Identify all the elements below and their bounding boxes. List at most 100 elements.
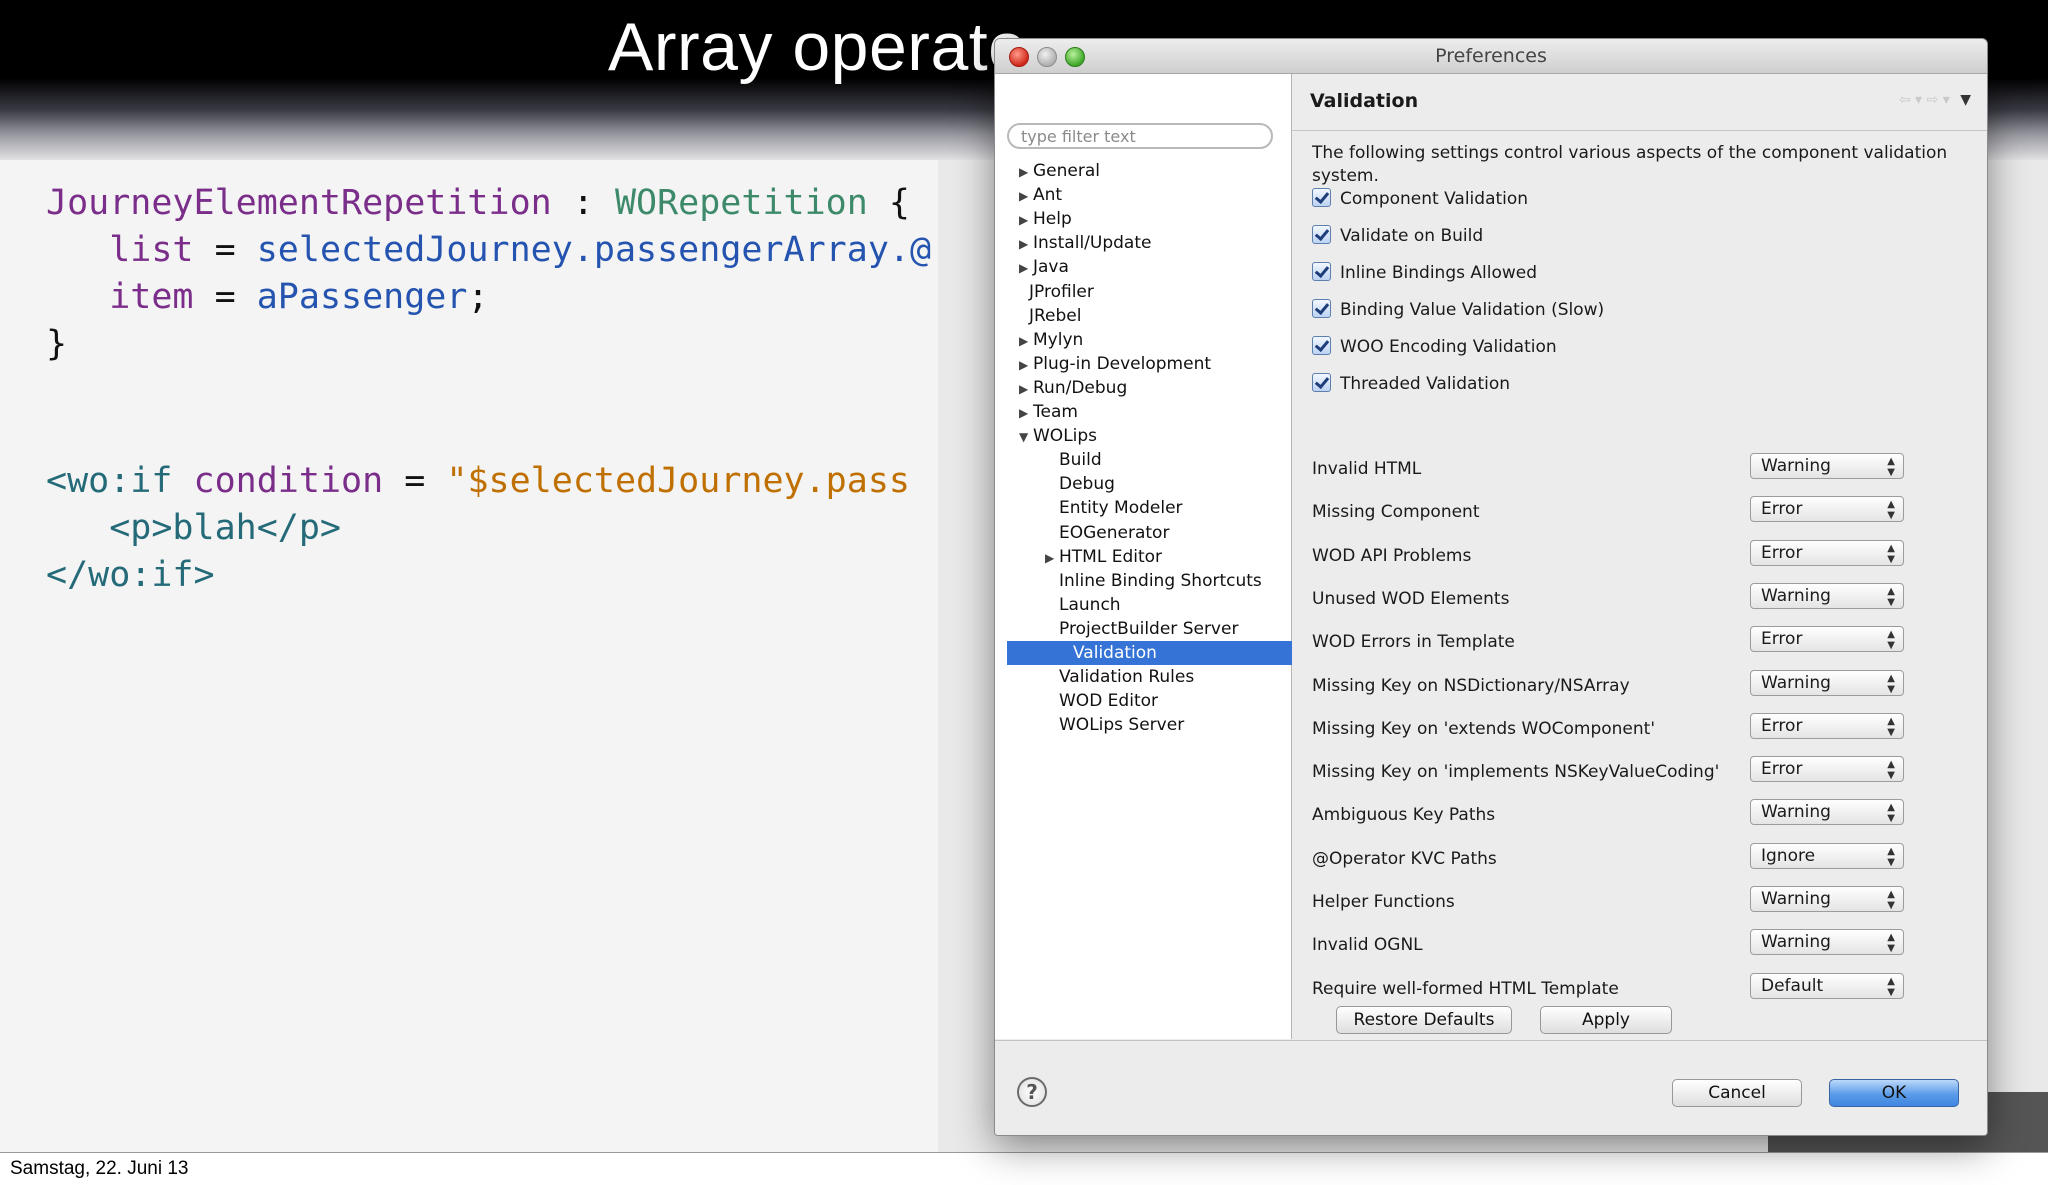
severity-select[interactable]: Warning ▲ ▼	[1750, 669, 1904, 696]
restore-defaults-button[interactable]: Restore Defaults	[1336, 1006, 1512, 1034]
severity-select[interactable]: Error ▲ ▼	[1750, 496, 1904, 523]
tree-item[interactable]: JProfiler	[1019, 280, 1094, 304]
expand-triangle-icon[interactable]: ▶	[1019, 184, 1033, 208]
severity-label: Invalid OGNL	[1312, 935, 1423, 956]
severity-row: Missing Key on 'extends WOComponent' Erro…	[1312, 712, 1952, 743]
severity-select[interactable]: Warning ▲ ▼	[1750, 582, 1904, 609]
tree-item-label: WOD Editor	[1059, 691, 1158, 712]
severity-select[interactable]: Warning ▲ ▼	[1750, 929, 1904, 956]
code-token: <wo:if	[46, 461, 173, 501]
code-block-html: <wo:if condition = "$selectedJourney.pas…	[46, 458, 910, 599]
severity-select[interactable]: Warning ▲ ▼	[1750, 799, 1904, 826]
severity-value: Ignore	[1761, 845, 1816, 866]
severity-select[interactable]: Warning ▲ ▼	[1750, 886, 1904, 912]
checkbox-row[interactable]: Binding Value Validation (Slow)	[1312, 297, 1604, 323]
dialog-titlebar[interactable]: Preferences	[995, 39, 1987, 74]
tree-item[interactable]: EOGenerator	[1045, 521, 1169, 545]
tree-item[interactable]: ▶ Install/Update	[1019, 231, 1151, 255]
severity-row: Ambiguous Key Paths Warning ▲ ▼	[1312, 799, 1952, 829]
tree-item[interactable]: ▶ Help	[1019, 207, 1072, 231]
tree-item[interactable]: Inline Binding Shortcuts	[1045, 569, 1262, 593]
severity-row: Require well-formed HTML Template Default…	[1312, 972, 1952, 1003]
tree-item-label: HTML Editor	[1059, 546, 1163, 567]
severity-row: Unused WOD Elements Warning ▲ ▼	[1312, 582, 1952, 613]
tree-item[interactable]: ▶ Plug-in Development	[1019, 352, 1211, 376]
tree-item[interactable]: ▶ Run/Debug	[1019, 376, 1127, 400]
tree-item-label: Mylyn	[1033, 329, 1084, 350]
checkbox[interactable]	[1312, 262, 1331, 281]
checkbox-row[interactable]: Inline Bindings Allowed	[1312, 260, 1537, 286]
tree-item[interactable]: ▶ General	[1019, 159, 1100, 183]
checkbox[interactable]	[1312, 373, 1331, 392]
view-menu-icon[interactable]: ▼	[1960, 92, 1971, 108]
code-token: item	[109, 277, 194, 317]
tree-item-label: EOGenerator	[1059, 522, 1170, 543]
expand-triangle-icon[interactable]: ▶	[1019, 256, 1033, 280]
checkbox-label: Validate on Build	[1340, 226, 1484, 246]
tree-item-label: ProjectBuilder Server	[1059, 618, 1239, 639]
severity-select[interactable]: Error ▲ ▼	[1750, 626, 1904, 653]
validation-page: Validation ⇦ ▾ ⇨ ▾ ▼ The following setti…	[1292, 74, 1987, 1039]
expand-triangle-icon[interactable]: ▶	[1019, 160, 1033, 184]
checkbox-row[interactable]: Component Validation	[1312, 186, 1528, 212]
checkbox-row[interactable]: Validate on Build	[1312, 223, 1483, 249]
severity-select[interactable]: Ignore ▲ ▼	[1750, 842, 1904, 869]
checkbox-row[interactable]: Threaded Validation	[1312, 371, 1510, 397]
tree-item[interactable]: Launch	[1045, 593, 1121, 617]
severity-select[interactable]: Warning ▲ ▼	[1750, 453, 1904, 479]
checkbox[interactable]	[1312, 336, 1331, 355]
code-token: WORepetition	[614, 183, 868, 223]
severity-value: Error	[1761, 629, 1803, 650]
expand-triangle-icon[interactable]: ▶	[1019, 353, 1033, 377]
forward-arrow-icon[interactable]: ⇨ ▾	[1927, 92, 1950, 108]
updown-arrows-icon: ▲ ▼	[1887, 845, 1895, 868]
tree-item-label: General	[1033, 161, 1100, 181]
expand-triangle-icon[interactable]: ▶	[1019, 377, 1033, 401]
tree-item[interactable]: JRebel	[1019, 304, 1082, 328]
collapse-triangle-icon[interactable]: ▼	[1019, 425, 1033, 449]
checkbox-row[interactable]: WOO Encoding Validation	[1312, 334, 1557, 360]
tree-item-label: Ant	[1033, 185, 1063, 206]
back-arrow-icon[interactable]: ⇦ ▾	[1899, 92, 1922, 108]
severity-select[interactable]: Error ▲ ▼	[1750, 712, 1904, 739]
tree-item[interactable]: Validation	[1007, 641, 1325, 665]
severity-row: WOD API Problems Error ▲ ▼	[1312, 539, 1952, 570]
filter-input[interactable]	[1007, 123, 1273, 149]
severity-select[interactable]: Error ▲ ▼	[1750, 756, 1904, 783]
tree-item[interactable]: ▼ WOLips	[1019, 424, 1097, 448]
severity-row: @Operator KVC Paths Ignore ▲ ▼	[1312, 842, 1952, 873]
checkbox[interactable]	[1312, 299, 1331, 318]
severity-value: Error	[1761, 542, 1803, 563]
code-token: }	[46, 324, 68, 364]
tree-item[interactable]: WOD Editor	[1045, 689, 1158, 713]
tree-item[interactable]: Validation Rules	[1045, 665, 1194, 689]
tree-item-label: Debug	[1059, 474, 1115, 495]
expand-triangle-icon[interactable]: ▶	[1045, 546, 1059, 570]
tree-item[interactable]: ▶ Java	[1019, 255, 1069, 279]
expand-triangle-icon[interactable]: ▶	[1019, 232, 1033, 256]
checkbox[interactable]	[1312, 188, 1331, 207]
tree-item[interactable]: Debug	[1045, 472, 1115, 496]
page-description: The following settings control various a…	[1312, 143, 1948, 186]
code-token: list	[109, 230, 194, 270]
help-icon[interactable]: ?	[1017, 1077, 1047, 1107]
expand-triangle-icon[interactable]: ▶	[1019, 329, 1033, 353]
apply-button[interactable]: Apply	[1540, 1006, 1672, 1034]
severity-select[interactable]: Default ▲ ▼	[1750, 972, 1904, 999]
tree-item[interactable]: Build	[1045, 448, 1102, 472]
tree-item[interactable]: ▶ Mylyn	[1019, 328, 1083, 352]
severity-select[interactable]: Error ▲ ▼	[1750, 539, 1904, 566]
tree-item[interactable]: WOLips Server	[1045, 713, 1184, 737]
expand-triangle-icon[interactable]: ▶	[1019, 401, 1033, 425]
expand-triangle-icon[interactable]: ▶	[1019, 208, 1033, 232]
cancel-button[interactable]: Cancel	[1672, 1079, 1802, 1107]
tree-item[interactable]: Entity Modeler	[1045, 496, 1183, 520]
checkbox[interactable]	[1312, 225, 1331, 244]
tree-item[interactable]: ▶ Team	[1019, 400, 1078, 424]
tree-item[interactable]: ProjectBuilder Server	[1045, 617, 1238, 641]
tree-item[interactable]: ▶ HTML Editor	[1045, 545, 1162, 569]
tree-item[interactable]: ▶ Ant	[1019, 183, 1062, 207]
severity-row: Missing Key on NSDictionary/NSArray Warni…	[1312, 669, 1952, 700]
ok-button[interactable]: OK	[1829, 1079, 1959, 1107]
severity-value: Error	[1761, 499, 1803, 520]
